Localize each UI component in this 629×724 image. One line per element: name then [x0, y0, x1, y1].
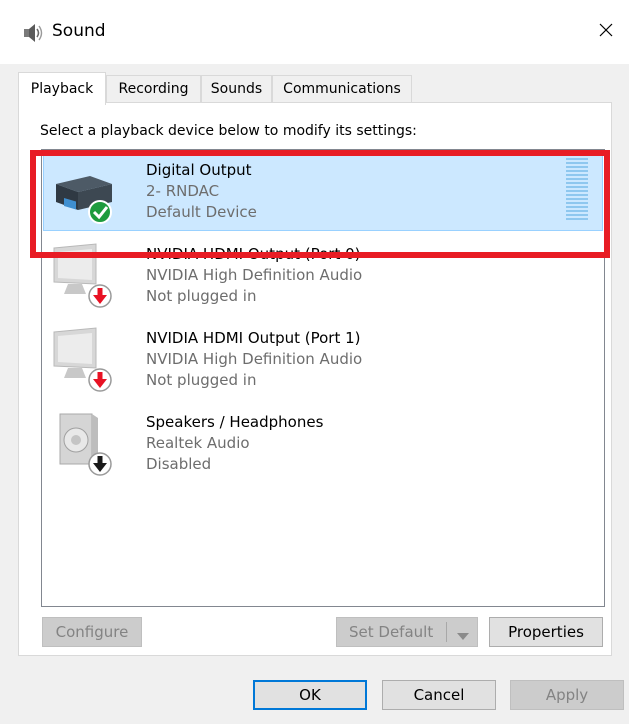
monitor-icon	[50, 240, 122, 312]
selection-highlight	[43, 151, 603, 231]
device-item-digital-output[interactable]: Digital Output 2- RNDAC Default Device	[42, 150, 604, 234]
dialog-body: Playback Recording Sounds Communications…	[0, 64, 629, 724]
tab-recording[interactable]: Recording	[106, 75, 201, 102]
tab-communications[interactable]: Communications	[272, 75, 412, 102]
cancel-button[interactable]: Cancel	[382, 680, 496, 710]
speaker-icon	[22, 22, 44, 44]
tab-sounds[interactable]: Sounds	[201, 75, 272, 102]
playback-device-list[interactable]: Digital Output 2- RNDAC Default Device N…	[41, 149, 605, 607]
device-status: Disabled	[146, 455, 212, 473]
digital-output-icon	[50, 156, 122, 228]
properties-button[interactable]: Properties	[489, 617, 603, 647]
set-default-label: Set Default	[349, 623, 434, 641]
playback-tab-page: Select a playback device below to modify…	[18, 102, 612, 656]
set-default-split-button[interactable]: Set Default	[336, 617, 478, 647]
device-item-speakers-headphones[interactable]: Speakers / Headphones Realtek Audio Disa…	[42, 402, 604, 486]
device-item-nvidia-hdmi-port-0[interactable]: NVIDIA HDMI Output (Port 0) NVIDIA High …	[42, 234, 604, 318]
apply-button[interactable]: Apply	[510, 680, 624, 710]
device-name: Digital Output	[146, 161, 252, 179]
ok-button[interactable]: OK	[253, 680, 367, 710]
device-status: Not plugged in	[146, 371, 257, 389]
device-status: Not plugged in	[146, 287, 257, 305]
close-button[interactable]	[583, 0, 629, 64]
window-title: Sound	[52, 21, 106, 41]
device-name: Speakers / Headphones	[146, 413, 324, 431]
device-name: NVIDIA HDMI Output (Port 0)	[146, 245, 361, 263]
tab-playback[interactable]: Playback	[18, 72, 106, 105]
configure-button[interactable]: Configure	[42, 617, 142, 647]
split-separator	[446, 622, 447, 642]
default-check-icon	[88, 200, 112, 224]
close-icon	[598, 22, 614, 42]
monitor-icon	[50, 324, 122, 396]
device-item-nvidia-hdmi-port-1[interactable]: NVIDIA HDMI Output (Port 1) NVIDIA High …	[42, 318, 604, 402]
device-driver: 2- RNDAC	[146, 182, 220, 200]
device-status: Default Device	[146, 203, 257, 221]
device-driver: NVIDIA High Definition Audio	[146, 350, 363, 368]
instruction-text: Select a playback device below to modify…	[40, 123, 417, 139]
device-name: NVIDIA HDMI Output (Port 1)	[146, 329, 361, 347]
chevron-down-icon[interactable]	[457, 627, 469, 645]
title-bar: Sound	[0, 0, 629, 64]
speaker-icon	[50, 408, 122, 480]
device-driver: Realtek Audio	[146, 434, 250, 452]
volume-level-meter	[566, 158, 588, 222]
device-driver: NVIDIA High Definition Audio	[146, 266, 363, 284]
